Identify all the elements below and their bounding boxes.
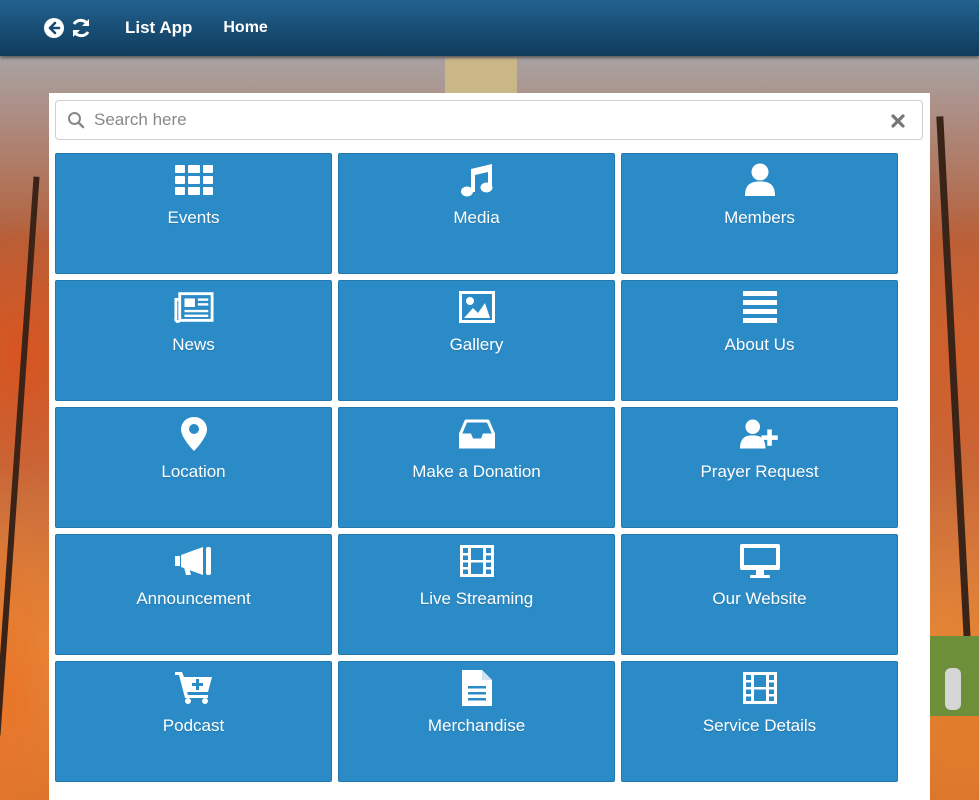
tile-service-details[interactable]: Service Details (621, 661, 898, 782)
clear-icon[interactable] (890, 113, 906, 129)
tile-live-streaming[interactable]: Live Streaming (338, 534, 615, 655)
megaphone-icon (174, 543, 214, 579)
tile-make-a-donation[interactable]: Make a Donation (338, 407, 615, 528)
back-arrow-icon[interactable] (42, 16, 66, 40)
tile-gallery[interactable]: Gallery (338, 280, 615, 401)
music-note-icon (457, 162, 497, 198)
tile-label: Members (724, 208, 795, 227)
tile-label: Location (161, 462, 226, 481)
app-title: List App (125, 18, 193, 37)
tile-media[interactable]: Media (338, 153, 615, 274)
search-icon (67, 110, 87, 130)
tile-label: Announcement (136, 589, 251, 608)
background-person (945, 668, 961, 710)
top-navbar: List App Home (0, 0, 979, 56)
search-bar (55, 100, 923, 140)
user-plus-icon (739, 416, 780, 452)
monitor-icon (739, 543, 780, 579)
menu-grid: Events Media Members News Gallery About … (55, 153, 899, 782)
map-pin-icon (174, 416, 214, 452)
tile-location[interactable]: Location (55, 407, 332, 528)
tile-our-website[interactable]: Our Website (621, 534, 898, 655)
background-tree-left (0, 176, 40, 736)
tile-label: Make a Donation (412, 462, 541, 481)
user-icon (740, 162, 780, 198)
film-icon (740, 670, 780, 706)
tile-label: Gallery (449, 335, 504, 354)
home-link[interactable]: Home (223, 19, 267, 37)
tile-news[interactable]: News (55, 280, 332, 401)
tile-podcast[interactable]: Podcast (55, 661, 332, 782)
tile-label: Prayer Request (700, 462, 819, 481)
background-tree-right (936, 116, 975, 716)
tile-about-us[interactable]: About Us (621, 280, 898, 401)
tile-label: Merchandise (427, 716, 526, 735)
inbox-icon (457, 416, 497, 452)
tile-label: Events (167, 208, 220, 227)
tile-label: Media (453, 208, 500, 227)
tile-prayer-request[interactable]: Prayer Request (621, 407, 898, 528)
tile-merchandise[interactable]: Merchandise (338, 661, 615, 782)
list-icon (740, 289, 780, 325)
main-panel: Events Media Members News Gallery (49, 93, 930, 800)
document-icon (457, 670, 497, 706)
tile-label: News (172, 335, 215, 354)
grid-icon (174, 162, 214, 198)
picture-icon (457, 289, 497, 325)
search-input[interactable] (94, 110, 874, 130)
cart-plus-icon (174, 670, 214, 706)
film-icon (457, 543, 497, 579)
tile-members[interactable]: Members (621, 153, 898, 274)
tile-label: Live Streaming (419, 589, 534, 608)
background-pillar (445, 58, 517, 96)
tile-announcement[interactable]: Announcement (55, 534, 332, 655)
tile-label: Podcast (162, 716, 225, 735)
refresh-icon[interactable] (69, 16, 93, 40)
tile-events[interactable]: Events (55, 153, 332, 274)
tile-label: About Us (724, 335, 795, 354)
tile-label: Service Details (702, 716, 817, 735)
newspaper-icon (173, 289, 214, 325)
tile-label: Our Website (712, 589, 807, 608)
